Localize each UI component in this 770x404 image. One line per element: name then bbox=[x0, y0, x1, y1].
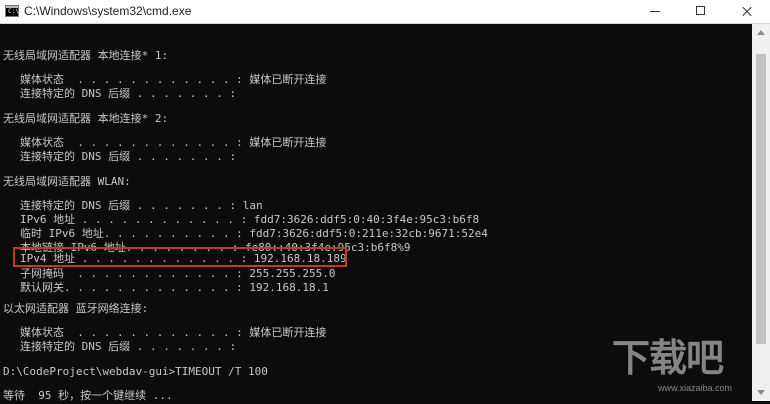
adapter-header: 无线局域网适配器 WLAN: bbox=[3, 175, 131, 188]
console-line: 连接特定的 DNS 后缀 . . . . . . . : bbox=[20, 150, 237, 163]
adapter-header: 无线局域网适配器 本地连接* 2: bbox=[3, 112, 169, 125]
minimize-button[interactable] bbox=[632, 0, 678, 23]
cmd-icon[interactable]: C:\ bbox=[5, 5, 19, 17]
ipv4-highlight-box bbox=[13, 247, 347, 267]
console-line: 默认网关. . . . . . . . . . . . . : 192.168.… bbox=[20, 281, 329, 294]
scroll-down-icon[interactable] bbox=[757, 390, 765, 395]
title-bar[interactable]: C:\ C:\Windows\system32\cmd.exe bbox=[0, 0, 770, 24]
scrollbar-thumb[interactable] bbox=[756, 54, 766, 344]
console-line: 连接特定的 DNS 后缀 . . . . . . . : bbox=[20, 340, 237, 353]
window-title: C:\Windows\system32\cmd.exe bbox=[24, 4, 192, 18]
console-line: 连接特定的 DNS 后缀 . . . . . . . : bbox=[20, 87, 237, 100]
console-line: 等待 95 秒，按一个键继续 ... bbox=[3, 389, 173, 402]
close-button[interactable] bbox=[724, 0, 770, 23]
adapter-header: 无线局域网适配器 本地连接* 1: bbox=[3, 49, 169, 62]
adapter-header: 以太网适配器 蓝牙网络连接: bbox=[3, 302, 149, 315]
scroll-up-icon[interactable] bbox=[757, 30, 765, 35]
maximize-button[interactable] bbox=[678, 0, 724, 23]
watermark-url: www.xiazaiba.com bbox=[658, 383, 733, 393]
command-prompt-line: D:\CodeProject\webdav-gui>TIMEOUT /T 100 bbox=[3, 365, 268, 378]
vertical-scrollbar[interactable] bbox=[752, 24, 770, 401]
watermark-logo-text: 下载吧 bbox=[612, 336, 724, 380]
watermark-logo: 下载吧 www.xiazaiba.com bbox=[612, 336, 748, 398]
